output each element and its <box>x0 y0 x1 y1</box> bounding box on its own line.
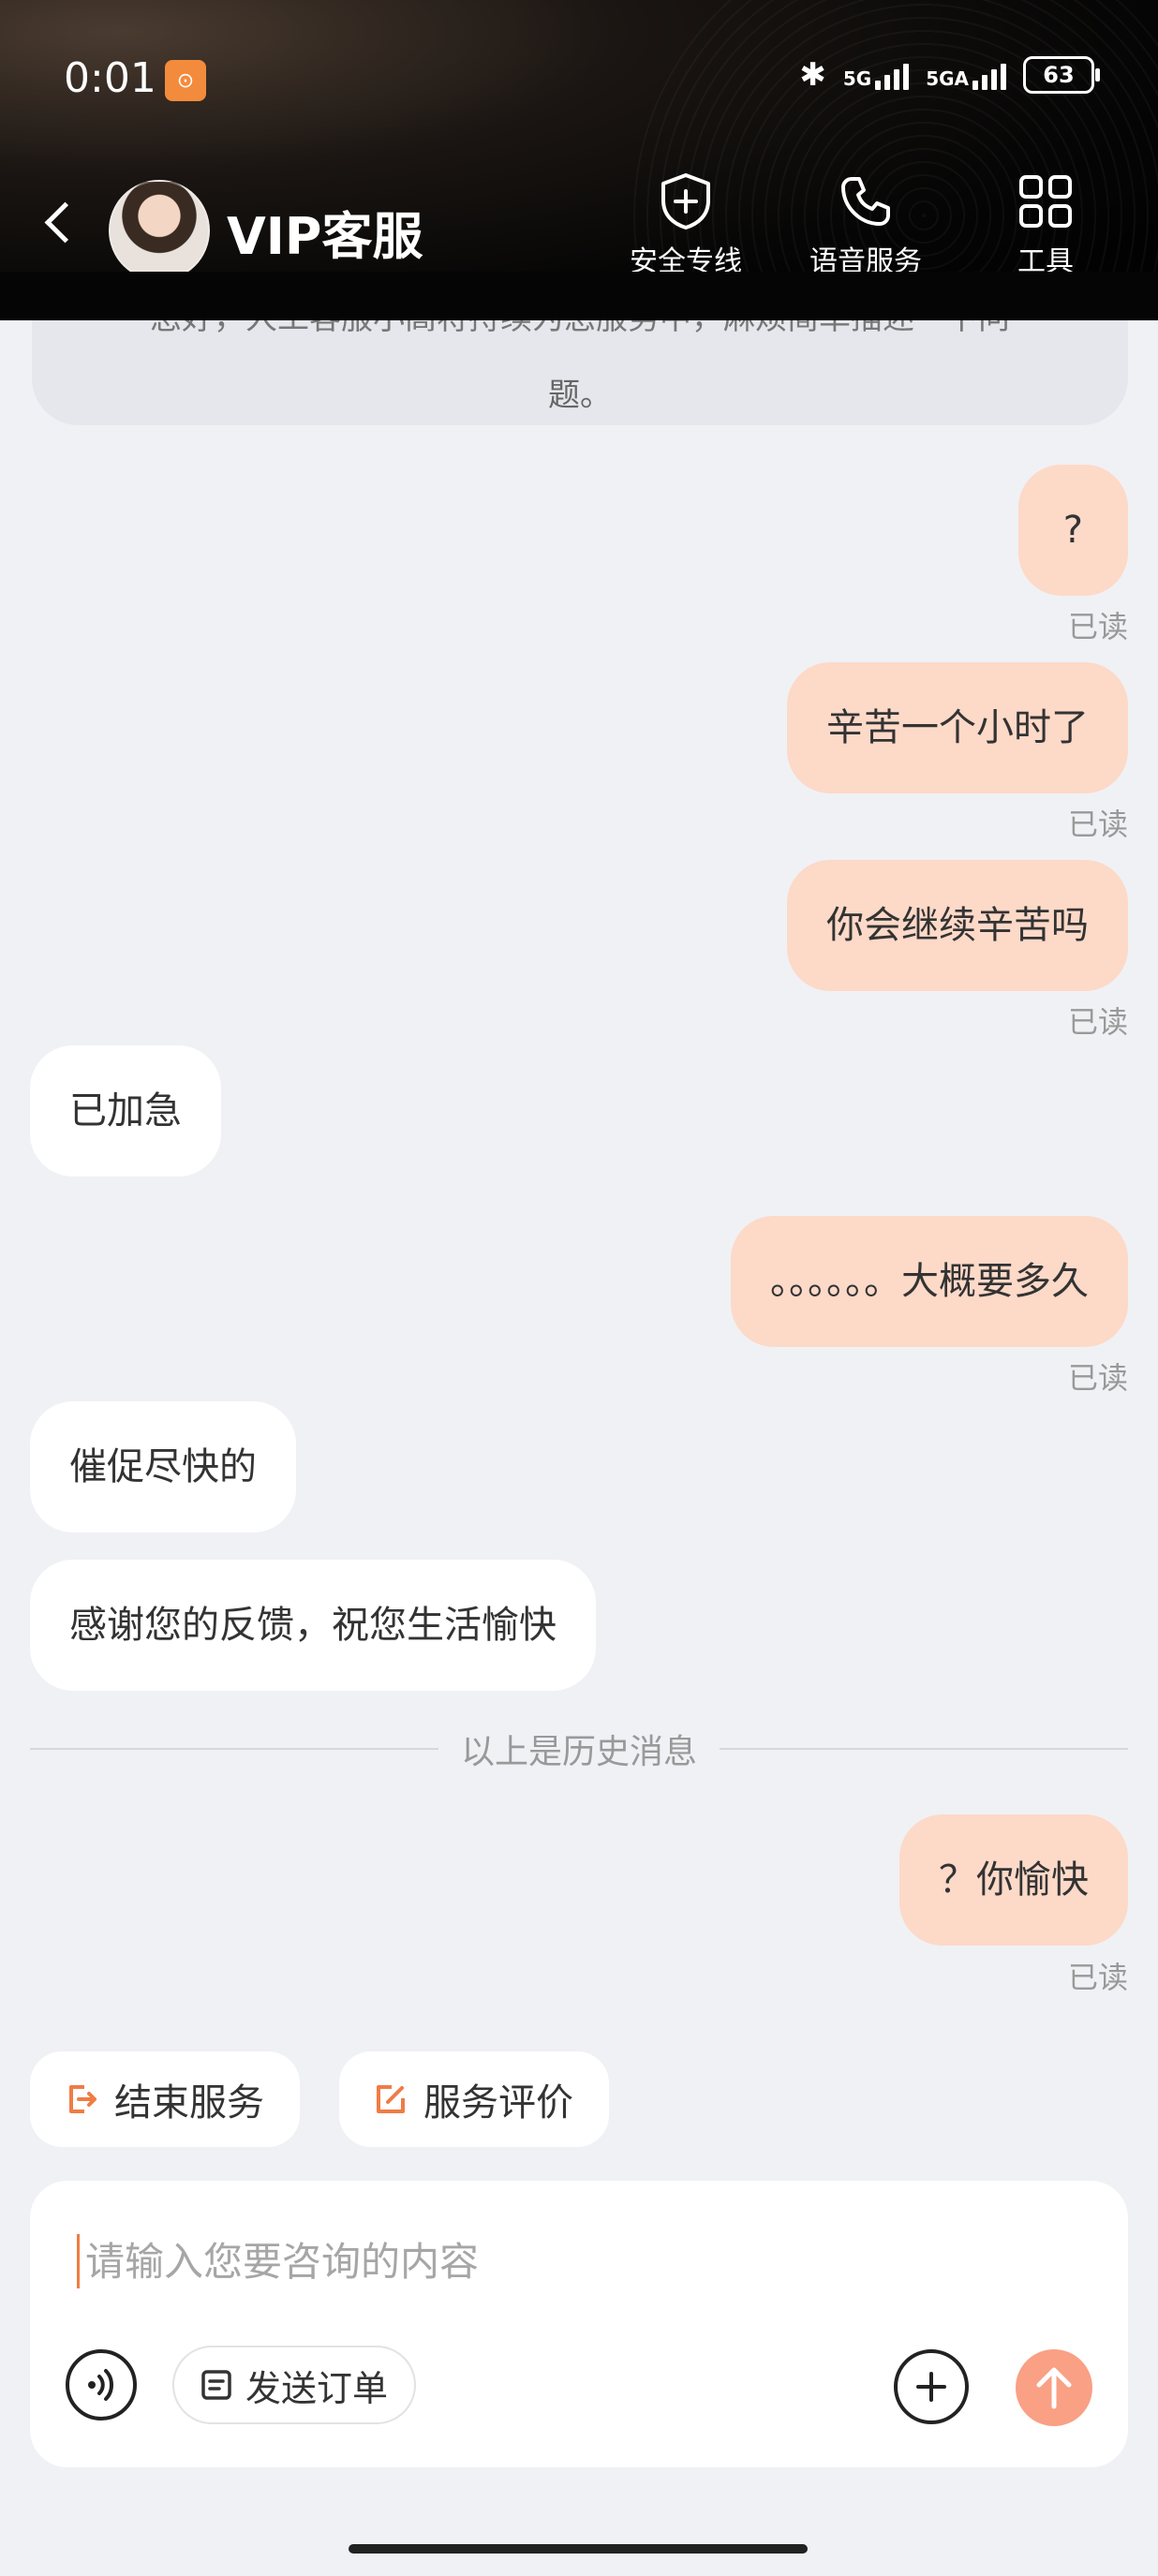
plus-icon <box>916 2372 946 2402</box>
status-time: 0:01 <box>64 54 156 102</box>
read-receipt: 已读 <box>1067 609 1128 644</box>
exit-icon <box>69 2085 96 2113</box>
order-icon <box>201 2370 231 2400</box>
notice-line2: 题。 <box>548 377 612 414</box>
send-order-label: 发送订单 <box>245 2367 389 2409</box>
back-icon[interactable] <box>44 201 86 244</box>
chat-bubble-mine: ？你愉快 <box>899 1814 1128 1946</box>
chat-bubble-agent: 已加急 <box>30 1045 221 1177</box>
phone-icon <box>776 169 956 234</box>
battery-level: 63 <box>1043 62 1075 88</box>
message-text: 辛苦一个小时了 <box>826 706 1089 749</box>
chat-bubble-mine: ? <box>1017 465 1128 596</box>
nav-actions: 安全专线 语音服务 工具 <box>596 169 1136 279</box>
message-text: 感谢您的反馈，祝您生活愉快 <box>69 1604 557 1647</box>
signal2-label: 5GA <box>926 67 969 90</box>
message-text: ? <box>1062 509 1083 552</box>
message-text: 已加急 <box>69 1089 182 1133</box>
message-input-wrap <box>77 2231 930 2291</box>
message-text: 催促尽快的 <box>69 1445 257 1488</box>
rate-service-button[interactable]: 服务评价 <box>339 2051 609 2147</box>
chat-bubble-agent: 感谢您的反馈，祝您生活愉快 <box>30 1560 596 1691</box>
grid-icon <box>956 169 1136 234</box>
read-receipt: 已读 <box>1067 1960 1128 1995</box>
home-indicator[interactable] <box>349 2544 808 2554</box>
history-divider: 以上是历史消息 <box>30 1726 1129 1771</box>
read-receipt: 已读 <box>1067 1360 1128 1396</box>
more-options-button[interactable] <box>894 2349 969 2424</box>
signal1-label: 5G <box>842 67 872 90</box>
arrow-up-icon <box>1036 2367 1072 2409</box>
agent-avatar <box>109 180 210 281</box>
voice-service-button[interactable]: 语音服务 <box>776 169 956 279</box>
send-button[interactable] <box>1016 2349 1092 2426</box>
read-receipt: 已读 <box>1067 1004 1128 1040</box>
send-order-button[interactable]: 发送订单 <box>172 2346 417 2424</box>
chat-bubble-mine: 。。。。。。大概要多久 <box>731 1216 1128 1347</box>
message-text: 你会继续辛苦吗 <box>826 904 1089 947</box>
signal1-icon <box>875 60 910 90</box>
text-cursor <box>77 2234 80 2288</box>
message-input[interactable] <box>83 2237 930 2286</box>
voice-wave-icon <box>88 2369 113 2401</box>
header-overlap <box>0 272 1158 320</box>
shield-plus-icon <box>596 169 776 234</box>
security-line-button[interactable]: 安全专线 <box>596 169 776 279</box>
message-text: 。。。。。。大概要多久 <box>770 1260 1089 1303</box>
chat-bubble-mine: 你会继续辛苦吗 <box>787 860 1128 991</box>
tools-button[interactable]: 工具 <box>956 169 1136 279</box>
voice-input-button[interactable] <box>66 2349 137 2421</box>
end-service-label: 结束服务 <box>114 2081 264 2124</box>
page-title: VIP客服 <box>227 207 423 266</box>
bluetooth-icon: ✱ <box>799 56 826 94</box>
rate-service-label: 服务评价 <box>423 2081 573 2124</box>
read-receipt: 已读 <box>1067 807 1128 842</box>
signal2-icon <box>972 60 1006 90</box>
history-divider-text: 以上是历史消息 <box>461 1733 698 1771</box>
chat-bubble-mine: 辛苦一个小时了 <box>787 662 1128 793</box>
notification-app-icon: ⊙ <box>165 60 206 101</box>
input-panel: 发送订单 <box>30 2181 1128 2467</box>
battery-indicator: 63 <box>1023 56 1100 94</box>
status-bar: 0:01 ⊙ ✱ 5G 5GA 63 <box>0 0 1158 159</box>
chat-bubble-agent: 催促尽快的 <box>30 1401 296 1532</box>
end-service-button[interactable]: 结束服务 <box>30 2051 300 2147</box>
status-right: ✱ 5G 5GA 63 <box>799 56 1100 94</box>
edit-icon <box>377 2085 405 2113</box>
message-text: ？你愉快 <box>939 1858 1089 1902</box>
